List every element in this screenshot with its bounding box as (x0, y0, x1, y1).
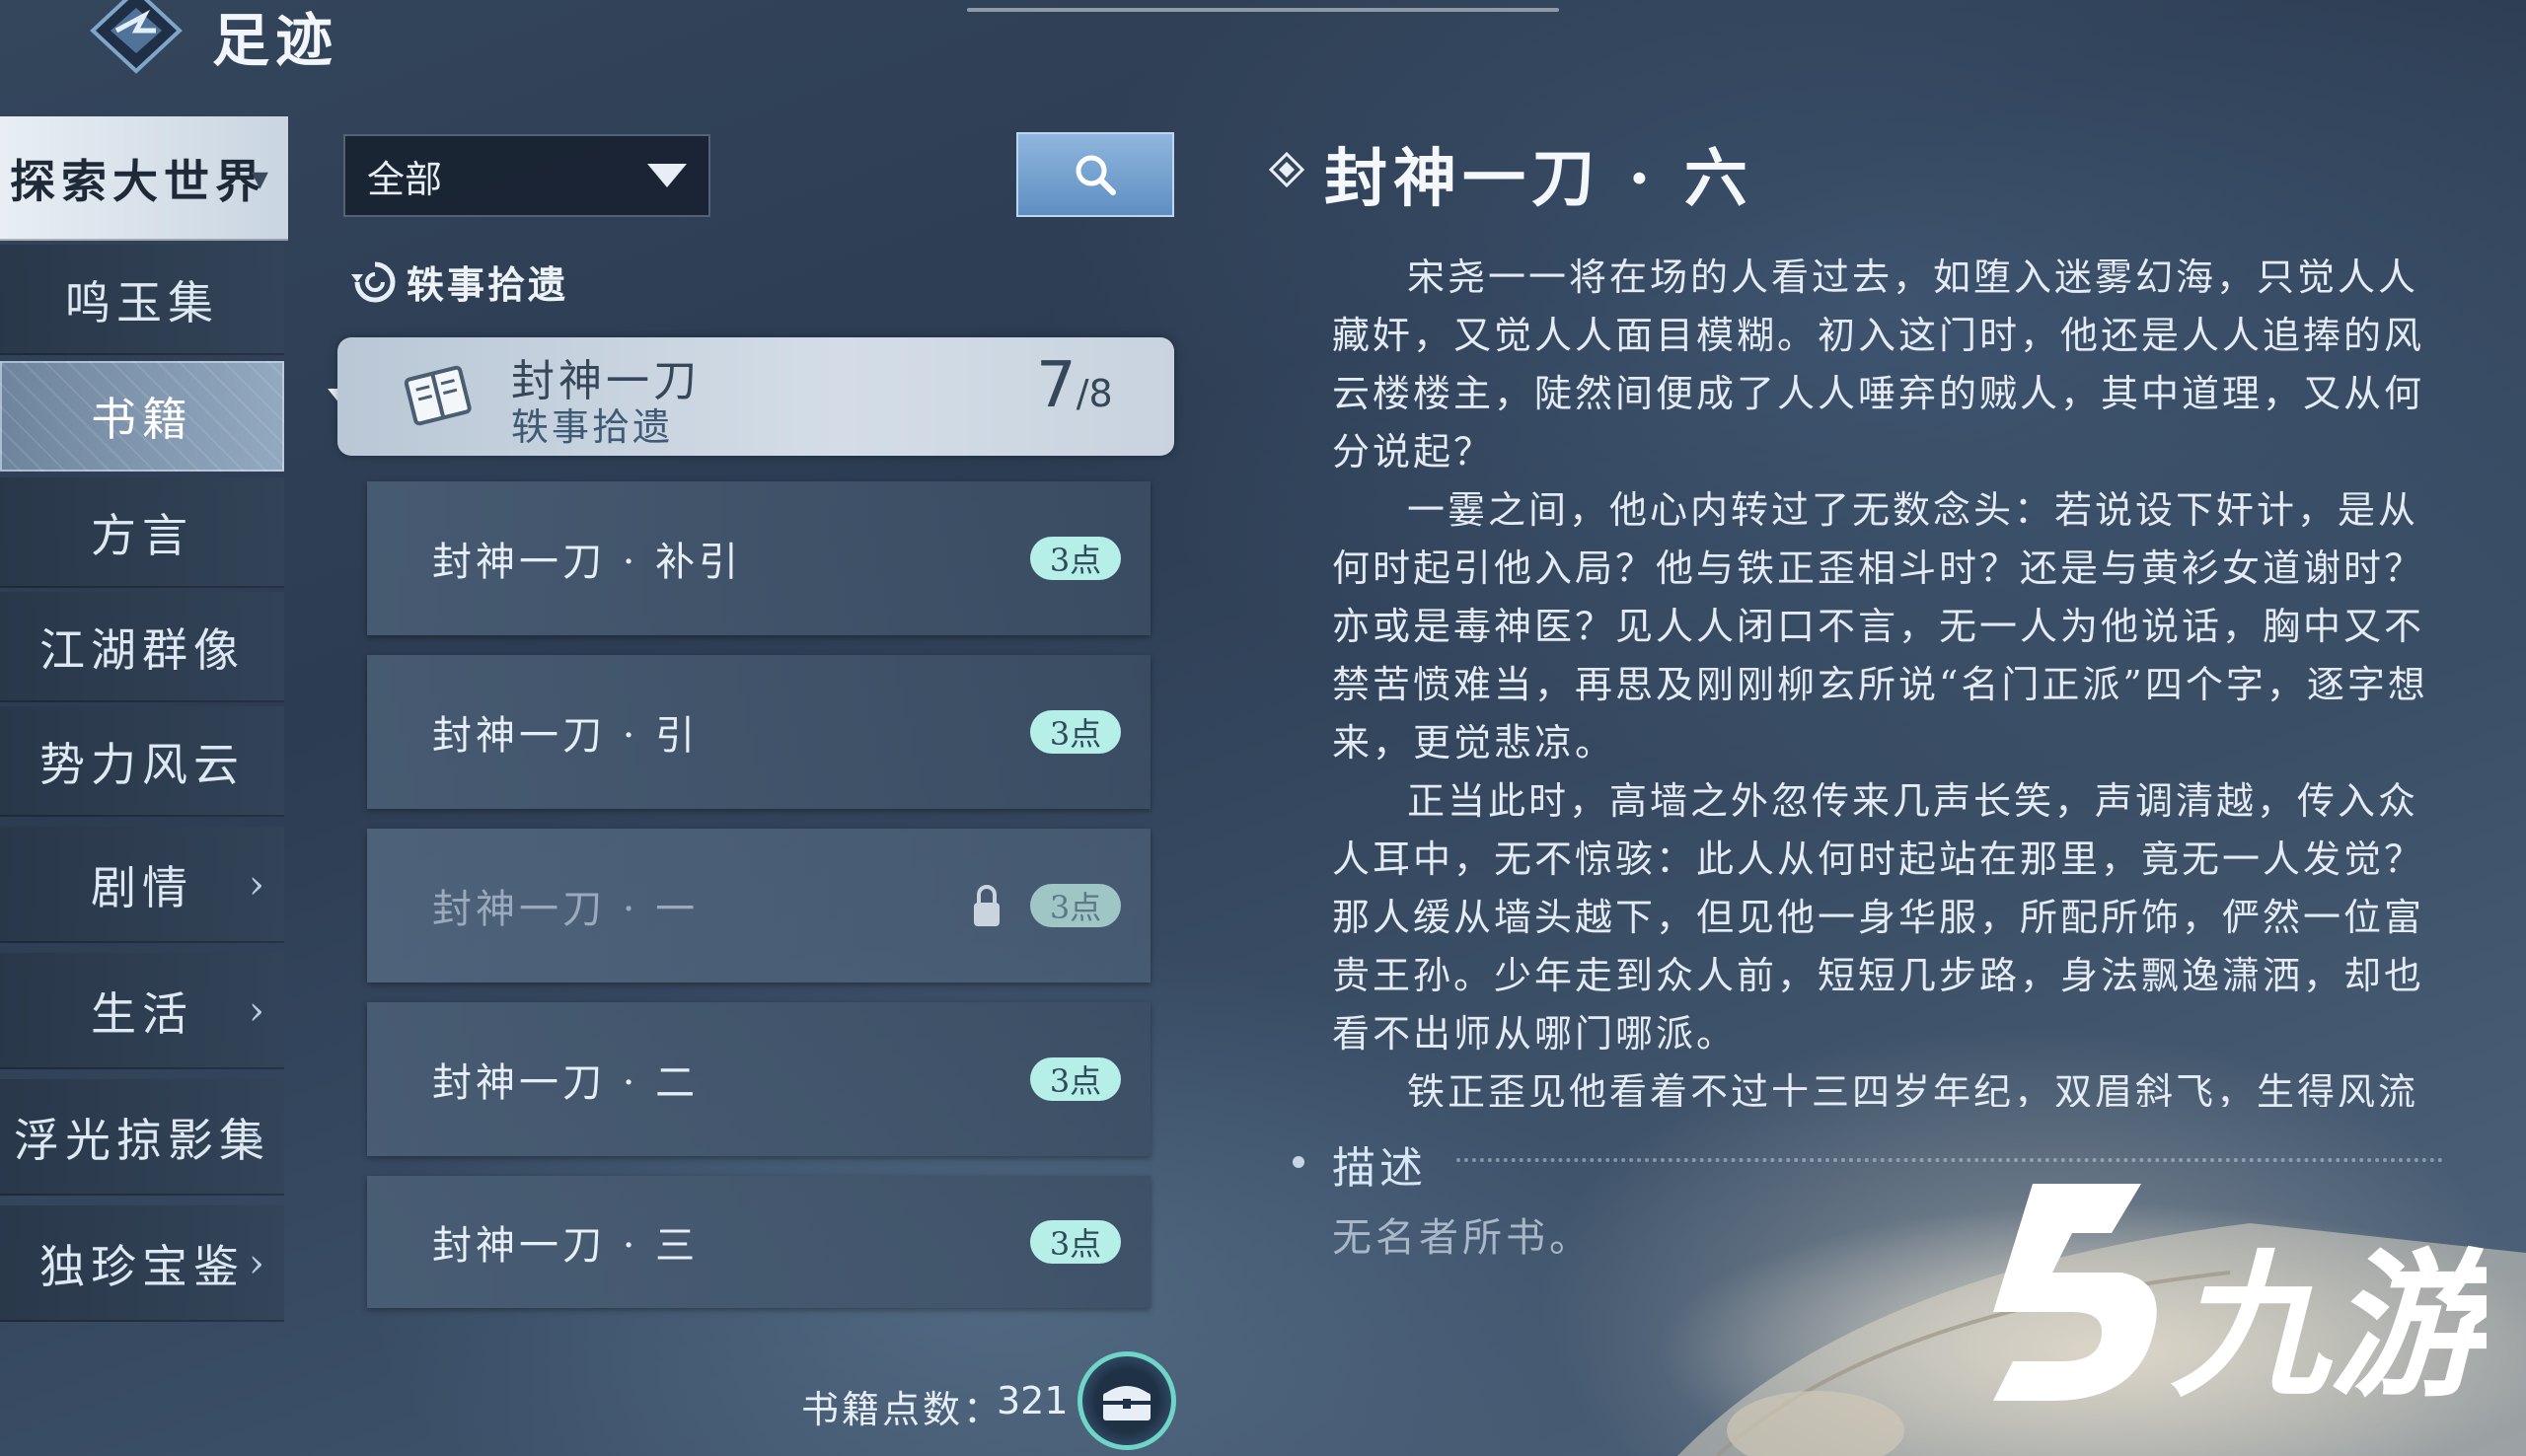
list-item-locked[interactable]: 封神一刀 · 一 3点 (367, 829, 1151, 983)
chevron-right-icon: › (249, 862, 270, 908)
description-text: 无名者所书。 (1332, 1215, 1593, 1261)
list-item-label: 封神一刀 · 引 (432, 713, 700, 759)
sidebar-item-label: 独珍宝鉴 (39, 1240, 245, 1293)
list-item-label: 封神一刀 · 补引 (432, 540, 743, 585)
chest-button[interactable] (1077, 1351, 1176, 1450)
description-heading: 描述 (1332, 1143, 1427, 1194)
sidebar-item-label: 剧情 (91, 861, 193, 914)
sidebar-item-books[interactable]: 书籍 (0, 361, 284, 472)
category-progress: 7/8 (1036, 349, 1113, 422)
sidebar-item-fuguang[interactable]: 浮光掠影集 › (0, 1079, 284, 1196)
list-item-label: 封神一刀 · 三 (432, 1223, 700, 1269)
sidebar-item-label: 浮光掠影集 (14, 1114, 270, 1167)
search-button[interactable] (1016, 132, 1174, 217)
sidebar-item-factions[interactable]: 势力风云 (0, 706, 284, 817)
sidebar-item-jianghu-portraits[interactable]: 江湖群像 (0, 592, 284, 702)
detail-paragraph: 正当此时，高墙之外忽传来几声长笑，声调清越，传入众人耳中，无不惊骇：此人从何时起… (1332, 779, 2425, 1056)
list-item-label: 封神一刀 · 二 (432, 1060, 700, 1106)
list-item-label: 封神一刀 · 一 (432, 887, 700, 932)
chevron-right-icon: › (249, 988, 270, 1034)
points-label: 书籍点数： (801, 1388, 1004, 1431)
diamond-emblem-icon (90, 0, 183, 74)
sidebar-item-label: 生活 (91, 987, 193, 1041)
list-item[interactable]: 封神一刀 · 引 3点 (367, 655, 1151, 809)
page-title: 足迹 (212, 7, 339, 74)
group-label: 轶事拾遗 (407, 262, 569, 307)
sidebar-item-label: 方言 (91, 509, 193, 562)
progress-current: 7 (1036, 349, 1077, 422)
sidebar-item-mingyuji[interactable]: 鸣玉集 (0, 245, 284, 355)
sidebar-item-label: 书籍 (91, 393, 193, 446)
category-subtitle: 轶事拾遗 (511, 405, 674, 449)
sidebar-item-explore-world[interactable]: 探索大世界 ▾ (0, 116, 288, 241)
points-badge: 3点 (1030, 1057, 1121, 1101)
sidebar-item-dialects[interactable]: 方言 (0, 477, 284, 588)
book-icon (404, 365, 472, 426)
sidebar-item-life[interactable]: 生活 › (0, 953, 284, 1069)
points-value: 321 (997, 1379, 1069, 1422)
bullet-dot-icon (1293, 1156, 1304, 1168)
list-item[interactable]: 封神一刀 · 补引 3点 (367, 481, 1151, 635)
detail-paragraph: 铁正歪见他看着不过十三四岁年纪，双眉斜飞，生得风流 (1407, 1070, 2419, 1107)
chevron-down-icon: ▾ (251, 159, 274, 198)
points-badge: 3点 (1030, 537, 1121, 580)
points-badge: 3点 (1030, 710, 1121, 754)
filter-dropdown[interactable]: 全部 (343, 134, 710, 217)
lock-icon (974, 885, 1000, 926)
list-item[interactable]: 封神一刀 · 三 3点 (367, 1176, 1151, 1308)
sidebar-item-treasures[interactable]: 独珍宝鉴 › (0, 1205, 284, 1322)
watermark-logo: 九游 (1993, 1184, 2487, 1411)
chevron-right-icon: › (249, 1115, 270, 1160)
detail-title: 封神一刀 · 六 (1324, 142, 1753, 216)
watermark-text: 九游 (2171, 1234, 2487, 1411)
detail-body[interactable]: 宋尧一一将在场的人看过去，如堕入迷雾幻海，只觉人人藏奸，又觉人人面目模糊。初入这… (1332, 249, 2447, 1107)
sidebar-item-label: 探索大世界 (10, 155, 266, 208)
points-badge: 3点 (1030, 884, 1121, 927)
sidebar-item-label: 江湖群像 (39, 623, 245, 677)
chest-icon (1103, 1386, 1151, 1420)
progress-total: /8 (1076, 372, 1113, 415)
sidebar-item-label: 鸣玉集 (65, 276, 219, 329)
diamond-marker-icon (1269, 152, 1304, 187)
chevron-right-icon: › (249, 1241, 270, 1286)
filter-selected-value: 全部 (367, 157, 443, 201)
detail-paragraph: 一霎之间，他心内转过了无数念头：若说设下奸计，是从何时起引他入局？他与铁正歪相斗… (1332, 488, 2428, 764)
sidebar-item-label: 势力风云 (39, 738, 245, 791)
search-icon (1076, 155, 1116, 195)
list-item[interactable]: 封神一刀 · 二 3点 (367, 1002, 1151, 1156)
detail-paragraph: 宋尧一一将在场的人看过去，如堕入迷雾幻海，只觉人人藏奸，又觉人人面目模糊。初入这… (1332, 255, 2425, 473)
dropdown-arrow-icon (647, 164, 687, 187)
swirl-icon (351, 261, 396, 303)
drag-handle[interactable] (967, 8, 1559, 12)
sidebar-item-story[interactable]: 剧情 › (0, 827, 284, 943)
points-badge: 3点 (1030, 1220, 1121, 1264)
